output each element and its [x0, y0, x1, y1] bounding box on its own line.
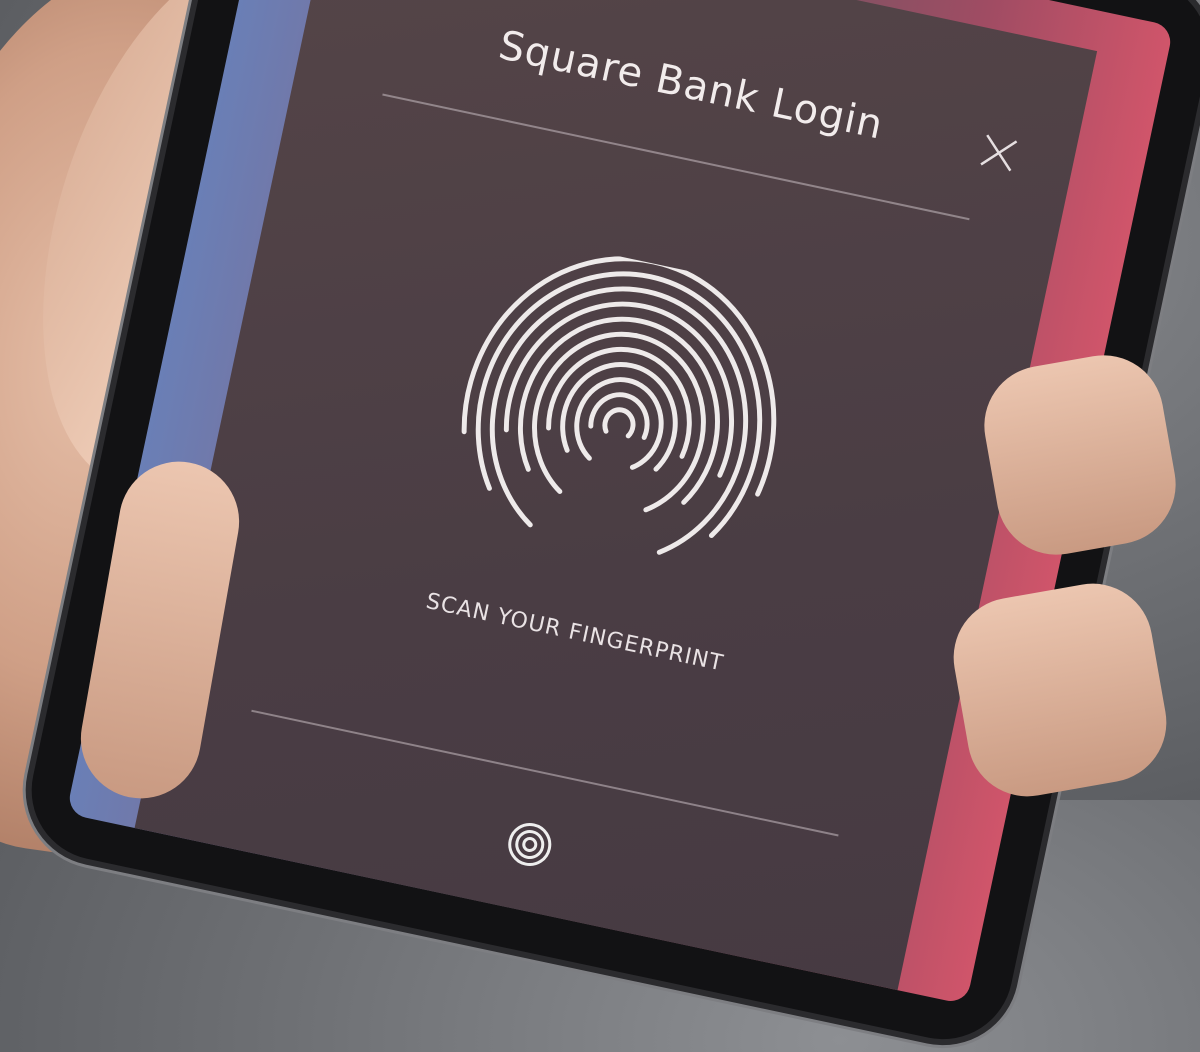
fingerprint-ridge — [588, 392, 650, 440]
finger — [944, 574, 1176, 806]
divider — [251, 709, 839, 837]
fingerprint-icon[interactable] — [423, 229, 814, 620]
fingerprint-ridge — [602, 407, 636, 439]
fingerprint-ridge — [574, 377, 664, 470]
fingerprint-ridge — [461, 256, 777, 497]
fingerprint-button[interactable] — [501, 816, 558, 873]
login-card: Square Bank Login SCAN YOUR FINGERPRINT — [126, 0, 1098, 1005]
close-icon[interactable] — [975, 129, 1022, 176]
